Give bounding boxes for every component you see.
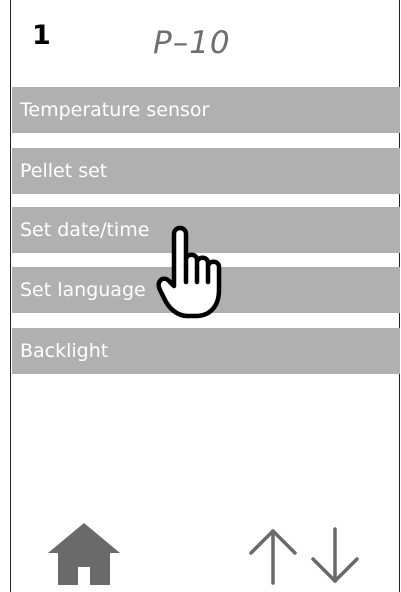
arrow-down-icon[interactable] <box>310 527 360 585</box>
arrow-up-icon[interactable] <box>248 527 298 585</box>
step-number: 1 <box>32 20 51 51</box>
menu-item-pellet-set[interactable]: Pellet set <box>12 148 400 194</box>
pointing-hand-icon <box>156 225 222 319</box>
menu-item-temperature-sensor[interactable]: Temperature sensor <box>12 87 400 133</box>
home-icon[interactable] <box>48 523 120 585</box>
menu-item-backlight[interactable]: Backlight <box>12 328 400 374</box>
screen-title: P–10 <box>153 25 231 61</box>
